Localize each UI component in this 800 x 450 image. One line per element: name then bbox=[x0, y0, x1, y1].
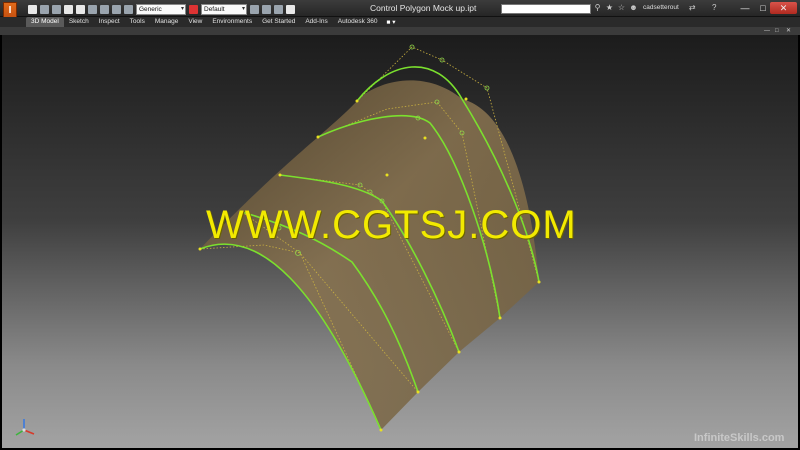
appearance-dropdown[interactable]: Default bbox=[201, 3, 247, 15]
select-icon[interactable] bbox=[100, 4, 109, 14]
doc-minimize-icon[interactable]: — bbox=[764, 27, 770, 35]
save-icon[interactable] bbox=[52, 4, 61, 14]
tab-environments[interactable]: Environments bbox=[207, 17, 257, 27]
ribbon-display-toggle[interactable]: ■ ▾ bbox=[387, 18, 396, 26]
tab-get-started[interactable]: Get Started bbox=[257, 17, 300, 27]
material-dropdown[interactable]: Generic bbox=[136, 3, 186, 15]
tab-tools[interactable]: Tools bbox=[125, 17, 150, 27]
search-icon[interactable]: ⚲ bbox=[593, 3, 602, 12]
subscription-icon[interactable]: ★ bbox=[605, 3, 614, 12]
tab-3d-model[interactable]: 3D Model bbox=[26, 17, 64, 27]
quick-access-toolbar: Generic Default bbox=[28, 3, 295, 15]
tab-manage[interactable]: Manage bbox=[150, 17, 184, 27]
open-file-icon[interactable] bbox=[40, 4, 49, 14]
tab-view[interactable]: View bbox=[183, 17, 207, 27]
view-triad-icon[interactable] bbox=[12, 414, 40, 438]
undo-icon[interactable] bbox=[64, 4, 73, 14]
fx-icon[interactable] bbox=[274, 4, 283, 14]
ribbon-tab-bar: 3D Model Sketch Inspect Tools Manage Vie… bbox=[0, 17, 800, 27]
clear-icon[interactable] bbox=[250, 4, 259, 14]
window-title: Control Polygon Mock up.ipt bbox=[370, 3, 477, 13]
favorites-icon[interactable]: ☆ bbox=[617, 3, 626, 12]
redo-icon[interactable] bbox=[76, 4, 85, 14]
doc-close-icon[interactable]: ✕ bbox=[786, 27, 791, 35]
brand-watermark: InfiniteSkills.com bbox=[694, 432, 785, 444]
help-search-input[interactable] bbox=[501, 4, 591, 14]
material-icon bbox=[124, 4, 133, 14]
update-icon[interactable] bbox=[112, 4, 121, 14]
user-name[interactable]: cadsetterout bbox=[643, 4, 679, 11]
tab-autodesk-360[interactable]: Autodesk 360 bbox=[333, 17, 383, 27]
tab-add-ins[interactable]: Add-Ins bbox=[300, 17, 332, 27]
tab-inspect[interactable]: Inspect bbox=[94, 17, 125, 27]
home-icon[interactable] bbox=[88, 4, 97, 14]
title-bar: I Generic Default Control Polygon Mock u… bbox=[0, 0, 800, 28]
close-button[interactable]: ✕ bbox=[770, 2, 797, 14]
tab-sketch[interactable]: Sketch bbox=[64, 17, 94, 27]
help-icon[interactable]: ? bbox=[710, 3, 719, 12]
new-file-icon[interactable] bbox=[28, 4, 37, 14]
watermark-text: WWW.CGTSJ.COM bbox=[206, 203, 577, 247]
appearance-icon bbox=[189, 4, 198, 14]
document-tab-strip: □ ✕ — bbox=[0, 27, 800, 35]
more-icon[interactable] bbox=[286, 4, 295, 14]
surface-patch[interactable] bbox=[200, 80, 539, 431]
infocenter: ⚲ ★ ☆ ☻ cadsetterout ⇄ ? bbox=[593, 3, 719, 12]
user-icon[interactable]: ☻ bbox=[629, 3, 638, 12]
adjust-icon[interactable] bbox=[262, 4, 271, 14]
exchange-icon[interactable]: ⇄ bbox=[688, 3, 697, 12]
doc-restore-icon[interactable]: □ bbox=[775, 27, 779, 35]
